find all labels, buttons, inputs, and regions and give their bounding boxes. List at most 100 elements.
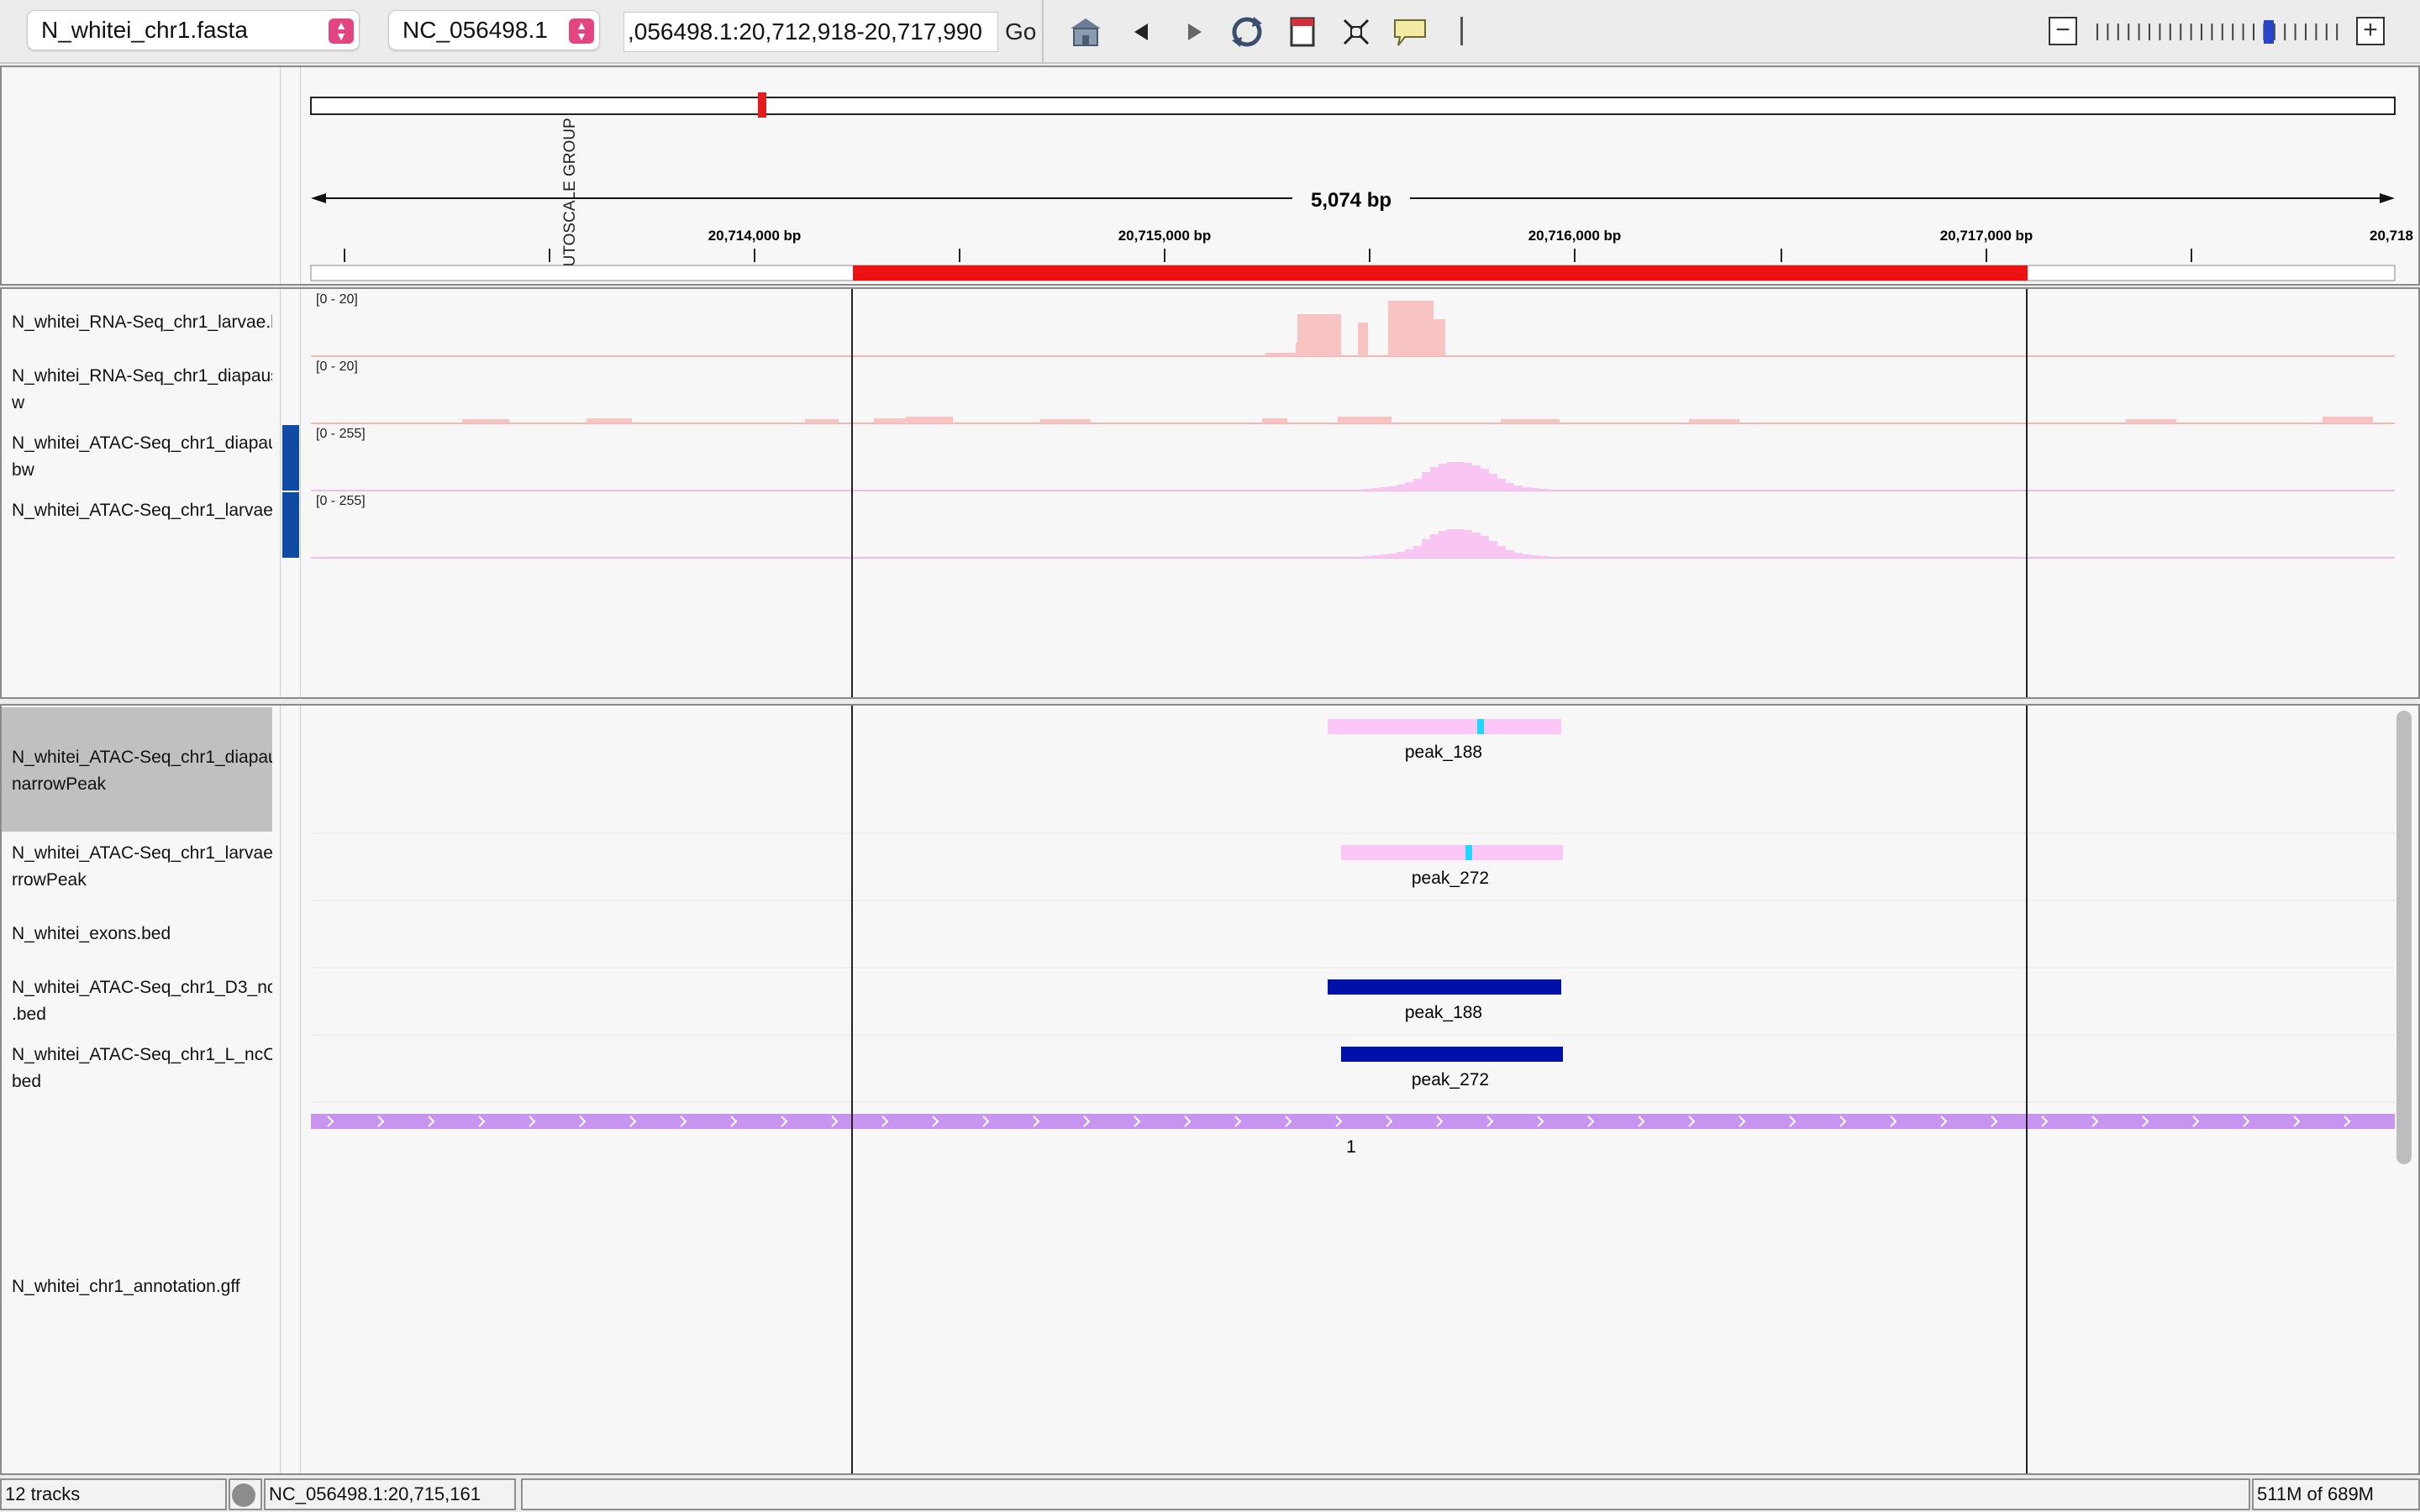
dropdown-stepper-icon: ▲ ▼ xyxy=(569,18,594,44)
coverage-bar xyxy=(1506,550,1514,558)
forward-arrow-icon[interactable] xyxy=(1176,13,1213,50)
ruler-ticks xyxy=(344,249,2192,262)
coverage-bar xyxy=(1413,479,1422,491)
coverage-bar xyxy=(1447,462,1455,491)
locus-input[interactable]: ,056498.1:20,712,918-20,717,990 xyxy=(623,12,998,52)
atac-larvae-coverage xyxy=(1363,529,1548,558)
tick-label: 20,714,000 bp xyxy=(708,228,802,244)
feature-panel-scrollbar[interactable] xyxy=(2396,711,2412,1164)
toolbar: N_whitei_chr1.fasta ▲ ▼ NC_056498.1 ▲ ▼ ,0… xyxy=(0,0,2420,64)
span-label: 5,074 bp xyxy=(1311,189,1392,212)
coverage-bar xyxy=(1481,536,1489,558)
bed-feature[interactable] xyxy=(1328,979,1561,995)
coverage-bar xyxy=(1388,301,1434,356)
coverage-bar xyxy=(1489,541,1497,558)
coverage-bar xyxy=(1265,353,1299,356)
zoom-in-button[interactable]: + xyxy=(2356,17,2385,45)
peak-summit-marker xyxy=(1477,719,1484,734)
data-canvas[interactable] xyxy=(2,289,2420,699)
coverage-bar xyxy=(1405,482,1413,491)
span-arrowhead-left xyxy=(311,193,326,203)
coverage-bar xyxy=(805,419,839,423)
igv-window: N_whitei_chr1.fasta ▲ ▼ NC_056498.1 ▲ ▼ ,0… xyxy=(0,0,2420,1512)
zoom-out-button[interactable]: − xyxy=(2049,17,2077,45)
zoom-slider-thumb[interactable] xyxy=(2264,20,2274,44)
coverage-bar xyxy=(1388,554,1397,558)
coverage-bar xyxy=(1455,529,1464,558)
feature-label: peak_272 xyxy=(1412,1070,1489,1089)
coverage-bar xyxy=(1040,419,1091,423)
feature-canvas[interactable]: peak_188 peak_272 peak_188 peak_272 1 xyxy=(2,706,2420,1475)
current-region-marker xyxy=(758,92,766,118)
data-panel: N_whitei_RNA-Seq_chr1_larvae.b N_whitei_… xyxy=(0,287,2420,699)
gff-gene-feature[interactable] xyxy=(311,1114,2395,1129)
cursor-position: NC_056498.1:20,715,161 xyxy=(264,1478,516,1510)
coverage-bar xyxy=(1422,472,1430,491)
tick-label: 20,716,000 bp xyxy=(1528,228,1622,244)
coverage-bar xyxy=(1439,531,1447,558)
coverage-bar xyxy=(1338,417,1392,423)
popup-text-icon[interactable] xyxy=(1392,13,1428,50)
coverage-bar xyxy=(1689,419,1739,423)
coverage-bar xyxy=(1380,554,1388,558)
coverage-bar xyxy=(1497,479,1506,491)
refresh-icon[interactable] xyxy=(1228,13,1265,50)
coverage-bar xyxy=(1489,474,1497,491)
rna-larvae-coverage xyxy=(1265,301,1445,356)
chromosome-ideogram[interactable] xyxy=(310,97,2396,115)
feature-panel: N_whitei_ATAC-Seq_chr1_diapau narrowPeak… xyxy=(0,704,2420,1475)
coverage-bar xyxy=(1514,486,1523,491)
narrowpeak-feature[interactable] xyxy=(1328,719,1561,734)
region-of-interest-bar[interactable] xyxy=(853,265,2028,281)
resize-to-window-icon[interactable] xyxy=(1338,13,1375,50)
coverage-bar xyxy=(1397,485,1405,491)
coverage-bar xyxy=(1497,546,1506,558)
coverage-bar xyxy=(1514,553,1523,558)
coverage-bar xyxy=(1388,486,1397,491)
coverage-bar xyxy=(1430,534,1439,558)
coverage-bar xyxy=(1262,418,1287,423)
coverage-bar xyxy=(1539,556,1548,558)
coverage-bar xyxy=(1432,319,1445,356)
tick-label: 20,717,000 bp xyxy=(1940,228,2033,244)
dropdown-stepper-icon: ▲ ▼ xyxy=(329,18,354,44)
coverage-bar xyxy=(1531,488,1539,491)
status-message xyxy=(521,1478,2250,1510)
coverage-bar xyxy=(1413,546,1422,558)
coverage-bar xyxy=(1358,323,1368,356)
coverage-bar xyxy=(1447,529,1455,558)
coverage-bar xyxy=(1380,487,1388,491)
narrowpeak-feature[interactable] xyxy=(1341,845,1563,860)
back-arrow-icon[interactable] xyxy=(1123,13,1160,50)
genome-dropdown[interactable]: N_whitei_chr1.fasta ▲ ▼ xyxy=(27,10,360,50)
status-bar: 12 tracks NC_056498.1:20,715,161 511M of… xyxy=(0,1477,2420,1512)
coverage-bar xyxy=(1439,464,1447,491)
coverage-bar xyxy=(1501,419,1560,423)
peak-summit-marker xyxy=(1465,845,1472,860)
ruler-canvas[interactable]: 5,074 bp 20,714,000 bp 20,715,000 bp 20,… xyxy=(2,67,2420,286)
coverage-bar xyxy=(1539,489,1548,491)
region-of-interest-icon[interactable] xyxy=(1284,13,1321,50)
coverage-bar xyxy=(1371,555,1380,558)
coverage-bar xyxy=(1363,489,1371,491)
chromosome-dropdown[interactable]: NC_056498.1 ▲ ▼ xyxy=(388,10,600,50)
feature-label: 1 xyxy=(1346,1137,1356,1157)
tick-label: 20,715,000 bp xyxy=(1118,228,1212,244)
genome-dropdown-label: N_whitei_chr1.fasta xyxy=(41,17,248,43)
coverage-bar xyxy=(1481,469,1489,491)
ruler-panel: AUTOSCALE GROUP 5,074 bp 20,714,000 bp 2… xyxy=(0,66,2420,286)
toolbar-divider xyxy=(1460,17,1463,45)
bed-feature[interactable] xyxy=(1341,1047,1563,1062)
home-icon[interactable] xyxy=(1067,13,1104,50)
coverage-bar xyxy=(1371,488,1380,491)
atac-diapause-coverage xyxy=(1363,462,1548,491)
go-button[interactable]: Go xyxy=(1005,12,1036,52)
feature-label: peak_188 xyxy=(1405,743,1482,762)
coverage-bar xyxy=(1523,487,1531,491)
coverage-bar xyxy=(587,418,632,423)
coverage-bar xyxy=(1523,554,1531,558)
coverage-bar xyxy=(1363,556,1371,558)
coverage-bar xyxy=(1455,462,1464,491)
coverage-bar xyxy=(1531,555,1539,558)
zoom-slider[interactable] xyxy=(2092,18,2344,44)
